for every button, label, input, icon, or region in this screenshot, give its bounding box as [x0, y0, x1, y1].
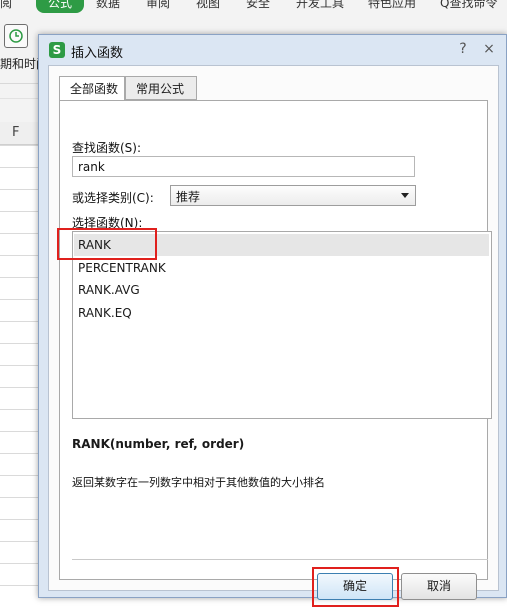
function-list[interactable]: RANK PERCENTRANK RANK.AVG RANK.EQ — [72, 231, 492, 419]
menu-item-features[interactable]: 特色应用 — [368, 0, 416, 11]
menu-bar: 阅 公式 数据 审阅 视图 安全 开发工具 特色应用 Q查找命令 — [0, 0, 507, 16]
dropdown-arrow-icon — [401, 193, 409, 198]
menu-item-formula[interactable]: 公式 — [36, 0, 85, 13]
category-label: 或选择类别(C): — [72, 191, 154, 205]
function-signature: RANK(number, ref, order) — [72, 437, 245, 451]
dialog-titlebar[interactable]: S 插入函数 ? × — [39, 35, 506, 65]
function-list-label: 选择函数(N): — [72, 216, 143, 230]
search-label: 查找函数(S): — [72, 141, 142, 155]
menu-item-developer[interactable]: 开发工具 — [296, 0, 344, 11]
menu-item-view[interactable]: 视图 — [196, 0, 220, 11]
list-item-rank-avg[interactable]: RANK.AVG — [74, 279, 489, 301]
tab-panel: 查找函数(S): 或选择类别(C): 推荐 选择函数(N): RANK PERC… — [57, 100, 492, 607]
dialog-title: 插入函数 — [71, 46, 124, 61]
category-value: 推荐 — [176, 190, 201, 204]
search-input[interactable] — [72, 156, 415, 177]
list-item-percentrank[interactable]: PERCENTRANK — [74, 257, 489, 279]
tab-common-formulas[interactable]: 常用公式 — [125, 76, 197, 100]
insert-function-dialog: S 插入函数 ? × 全部函数 常用公式 查找函数(S): 或选择类别(C): … — [38, 34, 507, 607]
ok-button[interactable]: 确定 — [317, 573, 393, 600]
menu-item-security[interactable]: 安全 — [246, 0, 270, 11]
tab-all-functions[interactable]: 全部函数 — [59, 76, 125, 101]
menu-item-data[interactable]: 数据 — [96, 0, 120, 11]
list-item-rank[interactable]: RANK — [74, 234, 489, 256]
menu-item-review[interactable]: 审阅 — [146, 0, 170, 11]
clock-icon — [9, 29, 23, 43]
function-description: 返回某数字在一列数字中相对于其他数值的大小排名 — [72, 476, 325, 489]
menu-item-search[interactable]: Q查找命令 — [440, 0, 497, 11]
list-item-rank-eq[interactable]: RANK.EQ — [74, 302, 489, 324]
date-time-button[interactable] — [4, 24, 28, 48]
wps-logo-icon: S — [49, 42, 65, 58]
divider — [72, 559, 488, 560]
category-select[interactable]: 推荐 — [170, 185, 416, 206]
dialog-body: 全部函数 常用公式 查找函数(S): 或选择类别(C): 推荐 选择函数(N):… — [48, 65, 499, 607]
help-button[interactable]: ? — [452, 39, 474, 59]
cancel-button[interactable]: 取消 — [401, 573, 477, 600]
menu-item[interactable]: 阅 — [0, 0, 12, 11]
close-button[interactable]: × — [478, 39, 500, 59]
column-header-f[interactable]: F — [12, 125, 19, 140]
